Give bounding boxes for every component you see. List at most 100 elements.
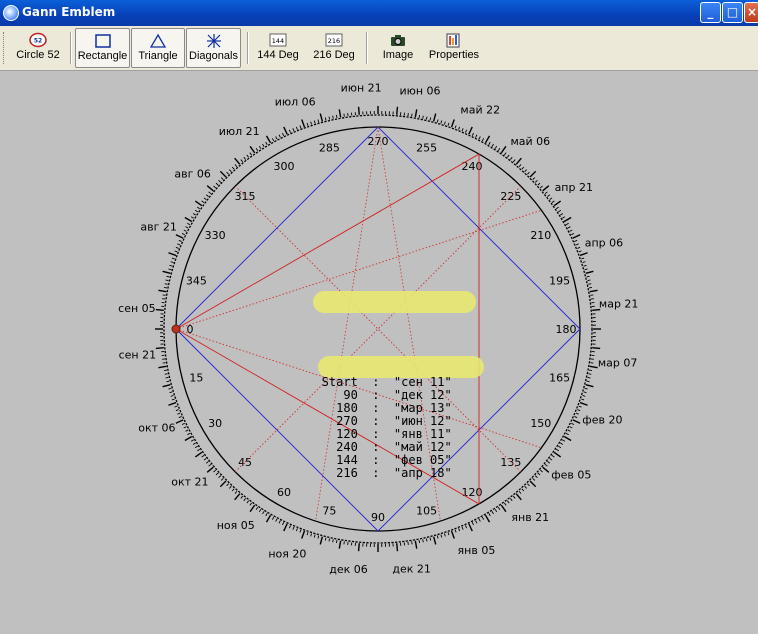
diagonals-button[interactable]: Diagonals [186, 28, 241, 68]
date-label: июл 06 [275, 96, 316, 109]
ring-tick [539, 469, 543, 473]
ring-tick [553, 451, 562, 458]
ring-tick [567, 429, 571, 432]
ring-tick [584, 387, 588, 390]
degree-label: 45 [238, 456, 252, 469]
minimize-button[interactable]: _ [700, 2, 721, 23]
ring-tick [583, 264, 587, 267]
image-button[interactable]: Image [376, 28, 420, 68]
ring-tick [537, 182, 541, 186]
degree-label: 135 [500, 456, 521, 469]
ring-tick [537, 472, 541, 476]
ring-tick [162, 270, 171, 275]
ring-tick [175, 419, 184, 424]
ring-tick [164, 373, 168, 375]
ring-tick [174, 250, 178, 253]
ring-tick [181, 422, 185, 425]
ring-tick [282, 522, 285, 526]
maximize-button[interactable]: □ [722, 2, 743, 23]
ring-tick [265, 513, 268, 517]
properties-label: Properties [428, 49, 480, 61]
degree-label: 30 [208, 417, 222, 430]
info-date: "мар 13" [393, 401, 452, 415]
ring-tick [292, 128, 295, 132]
ring-tick [542, 185, 550, 192]
ring-tick [475, 520, 478, 524]
properties-button[interactable]: Properties [428, 28, 480, 68]
ring-tick [282, 132, 285, 136]
ring-tick [444, 533, 446, 537]
ring-tick [262, 511, 265, 515]
ring-tick [565, 222, 569, 226]
date-label: июл 21 [219, 125, 260, 138]
ring-tick [563, 435, 572, 442]
rectangle-button[interactable]: Rectangle [75, 28, 130, 68]
ring-tick [579, 401, 588, 406]
ring-tick [461, 128, 464, 132]
ring-tick [168, 268, 172, 271]
ring-tick [491, 143, 494, 147]
ring-tick [534, 179, 538, 183]
ring-tick [512, 495, 516, 499]
deg216-icon-text: 216 [328, 37, 340, 45]
ring-tick [194, 451, 203, 458]
ring-tick [177, 412, 181, 415]
ring-tick [539, 185, 543, 189]
ring-tick [515, 493, 522, 501]
ring-tick [475, 134, 478, 138]
close-button[interactable]: × [744, 2, 758, 23]
ring-tick [185, 429, 189, 432]
toolbar-grip[interactable] [3, 32, 7, 64]
ring-tick [324, 537, 327, 541]
date-label: сен 21 [119, 348, 157, 361]
info-date: "сен 11" [393, 375, 452, 389]
ring-tick [278, 134, 281, 138]
date-label: мар 07 [598, 357, 638, 370]
date-label: авг 06 [174, 167, 211, 180]
circle52-button[interactable]: 52 Circle 52 [12, 28, 64, 68]
ring-tick [313, 120, 316, 124]
triangle-button[interactable]: Triangle [131, 28, 185, 68]
date-label: июн 21 [341, 82, 382, 95]
degree-label: 15 [189, 372, 203, 385]
date-label: авг 21 [140, 221, 177, 234]
ring-tick [497, 148, 501, 152]
ring-tick [577, 409, 581, 412]
deg144-button[interactable]: 144 144 Deg [254, 28, 302, 68]
ring-tick [494, 509, 498, 513]
ring-tick [158, 365, 167, 369]
ring-tick [589, 365, 598, 369]
ring-tick [532, 177, 536, 180]
deg144-label: 144 Deg [257, 49, 299, 61]
info-deg: 180 [300, 401, 358, 415]
ring-tick [271, 516, 275, 520]
degree-label: 60 [277, 486, 291, 499]
ring-tick [295, 126, 298, 130]
ring-tick [243, 156, 246, 160]
ring-tick [521, 166, 525, 170]
ring-tick [512, 159, 516, 163]
deg144-icon-text: 144 [272, 37, 284, 45]
ring-tick [563, 216, 572, 223]
ring-tick [571, 233, 575, 236]
ring-tick [585, 383, 594, 388]
ring-tick [582, 395, 586, 397]
emblem-canvas[interactable]: 0153045607590105120135150165180195210225… [0, 71, 758, 634]
ring-tick [432, 536, 437, 545]
ring-tick [527, 483, 530, 487]
deg216-button[interactable]: 216 216 Deg [308, 28, 360, 68]
ring-tick [425, 538, 428, 542]
ring-tick [288, 525, 291, 529]
ring-tick [187, 222, 191, 226]
ring-tick [231, 166, 235, 170]
start-marker [171, 324, 181, 334]
ring-tick [246, 154, 249, 158]
ring-tick [560, 442, 564, 445]
ring-tick [271, 138, 275, 142]
ring-tick [484, 514, 491, 523]
ring-tick [197, 206, 201, 210]
ring-tick [234, 164, 238, 168]
ring-tick [231, 488, 235, 492]
ring-tick [158, 289, 167, 293]
ring-tick [500, 145, 507, 154]
